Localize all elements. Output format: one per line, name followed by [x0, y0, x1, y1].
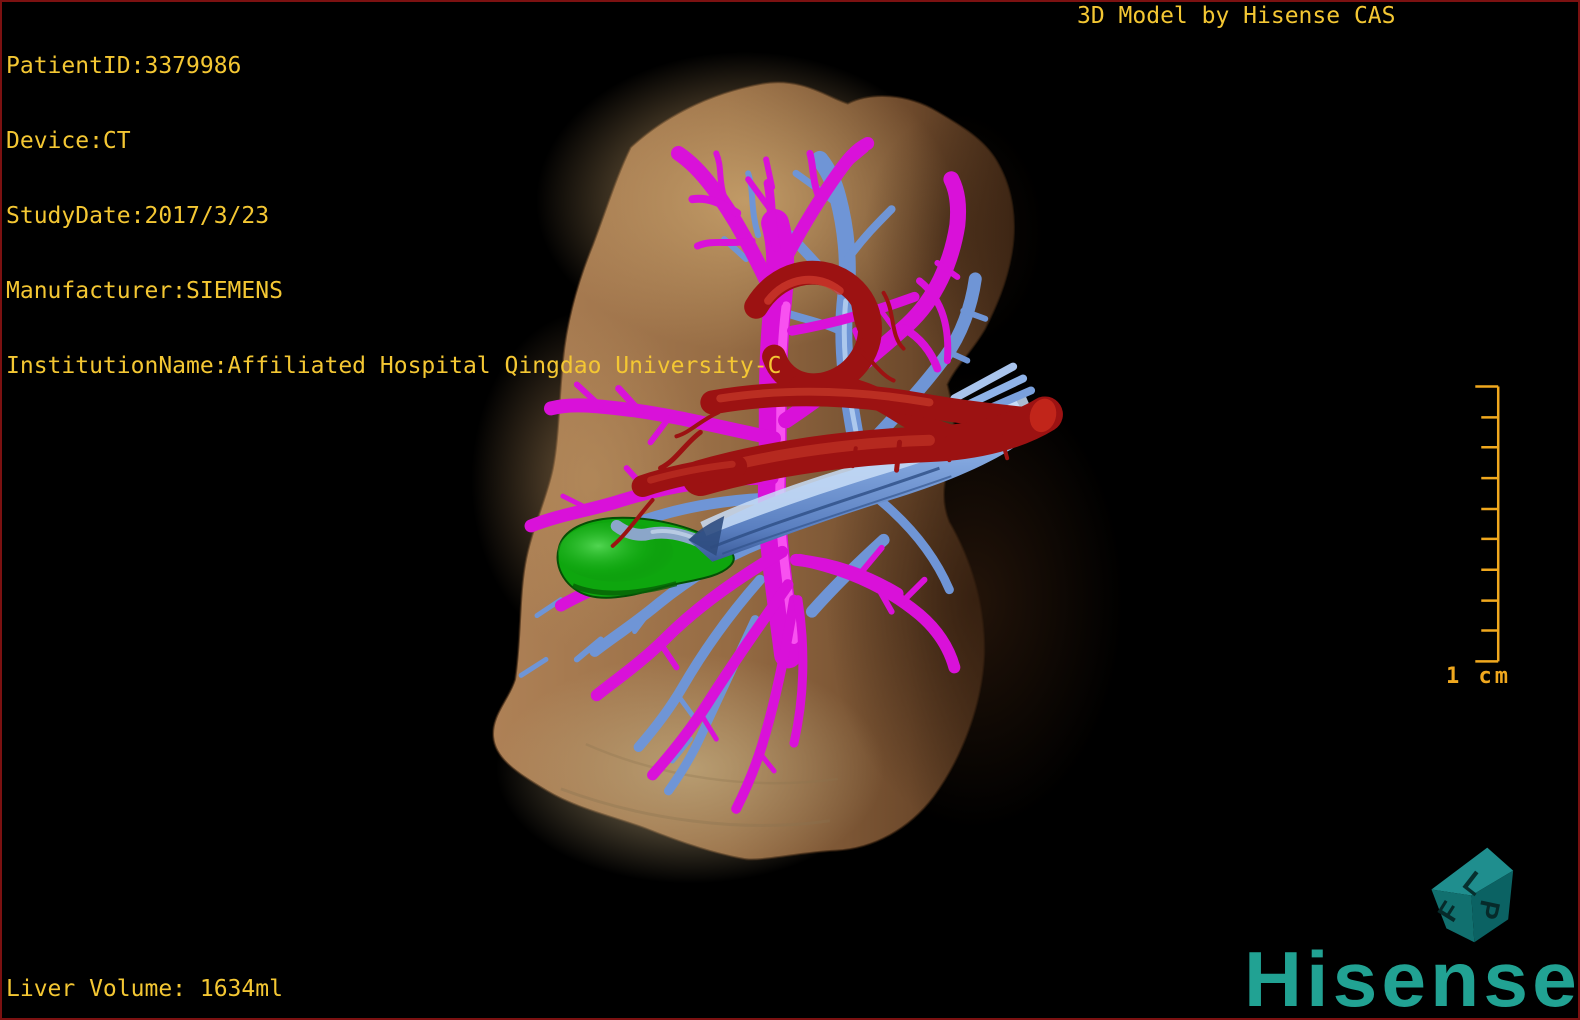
scene-title: 3D Model by Hisense CAS — [1077, 3, 1396, 29]
cas-3d-viewer-window: L F P PatientID:3379986 Device:CT StudyD… — [0, 0, 1580, 1020]
patient-id-line: PatientID:3379986 — [6, 53, 242, 79]
patient-info-block: PatientID:3379986 Device:CT StudyDate:20… — [6, 4, 781, 429]
scale-ruler — [1475, 385, 1500, 663]
hisense-logo: Hisense — [1244, 935, 1580, 1020]
manufacturer-line: Manufacturer:SIEMENS — [6, 278, 283, 304]
study-date-line: StudyDate:2017/3/23 — [6, 203, 270, 229]
liver-volume-readout: Liver Volume: 1634ml — [6, 976, 283, 1002]
institution-line: InstitutionName:Affiliated Hospital Qing… — [6, 353, 782, 379]
device-line: Device:CT — [6, 128, 131, 154]
orientation-cube[interactable]: L F P — [1431, 847, 1514, 943]
scale-ruler-label: 1 cm — [1446, 664, 1511, 689]
